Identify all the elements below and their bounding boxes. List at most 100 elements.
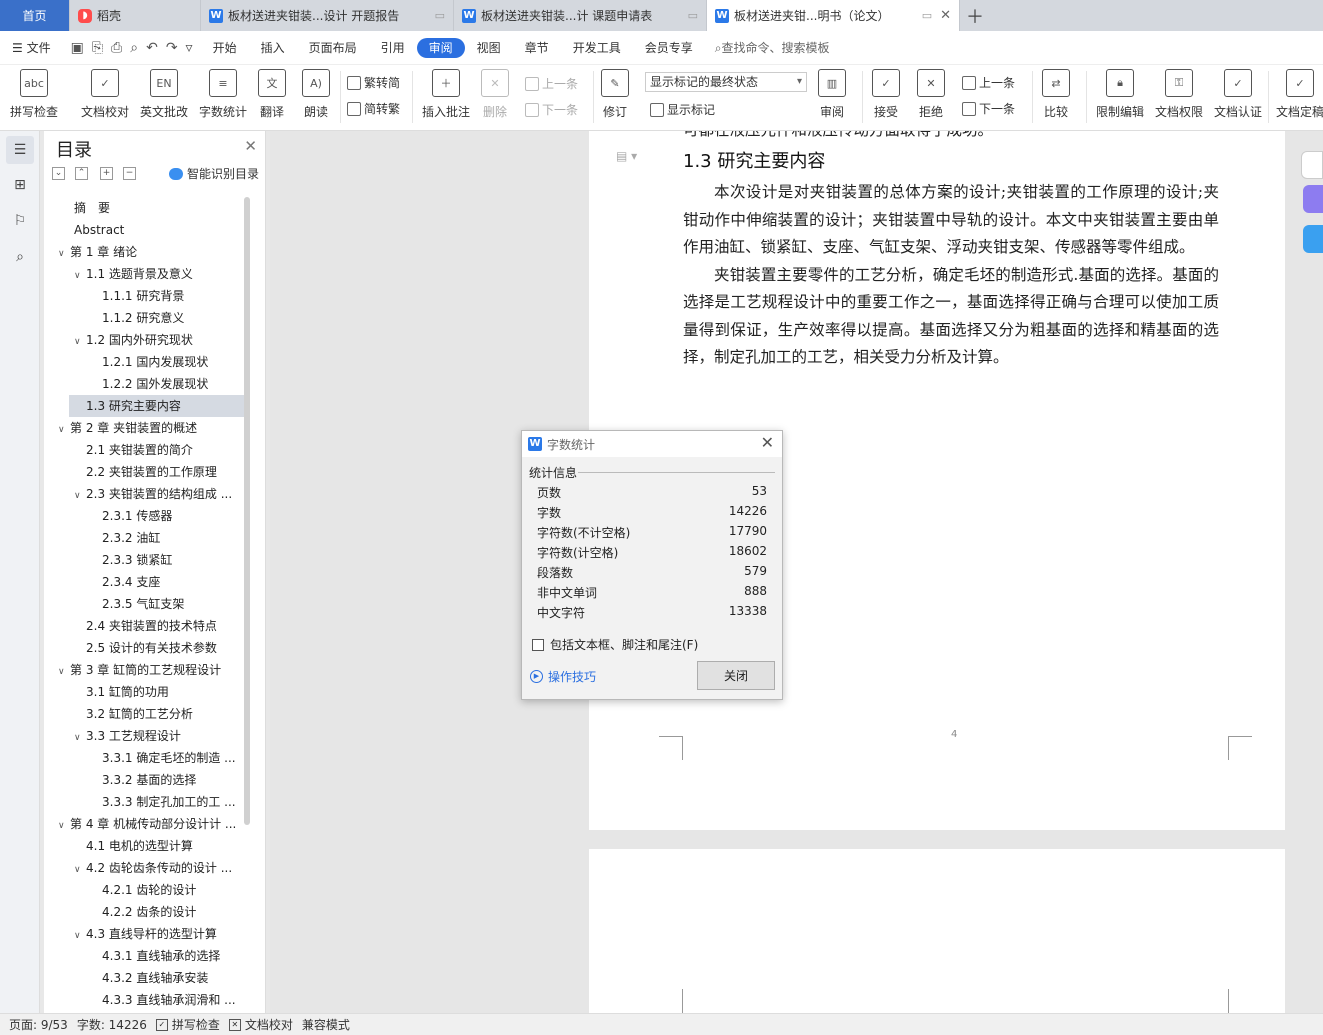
tab-doc-thesis[interactable]: W 板材送进夹钳...明书（论文） ▭ ✕: [707, 0, 960, 31]
prev-comment-button[interactable]: 上一条: [525, 75, 578, 92]
toc-item[interactable]: 1.2.1 国内发展现状: [44, 351, 244, 373]
toc-item[interactable]: 4.3.2 直线轴承安装: [44, 967, 244, 989]
window-icon[interactable]: ▭: [688, 9, 698, 22]
search-icon[interactable]: ⌕: [10, 247, 30, 267]
dialog-titlebar[interactable]: W 字数统计: [522, 431, 782, 457]
print-icon[interactable]: ⎙: [111, 40, 122, 56]
chevron-down-icon[interactable]: ∨: [58, 419, 70, 439]
side-assistant-icon[interactable]: [1303, 185, 1323, 213]
window-icon[interactable]: ▭: [435, 9, 445, 22]
toc-item[interactable]: 2.3.1 传感器: [44, 505, 244, 527]
toc-item[interactable]: ∨ 第 3 章 缸筒的工艺规程设计: [44, 659, 244, 681]
menu-layout[interactable]: 页面布局: [297, 38, 369, 58]
add-heading-icon[interactable]: +: [100, 167, 113, 180]
toc-item[interactable]: 3.1 缸筒的功用: [44, 681, 244, 703]
command-search[interactable]: ⌕查找命令、搜索模板: [715, 39, 830, 56]
include-textbox-checkbox[interactable]: 包括文本框、脚注和尾注(F): [532, 636, 698, 653]
toc-item[interactable]: 2.4 夹钳装置的技术特点: [44, 615, 244, 637]
menu-start[interactable]: 开始: [201, 38, 249, 58]
track-changes-button[interactable]: ✎ 修订: [601, 69, 629, 120]
menu-member[interactable]: 会员专享: [633, 38, 705, 58]
chevron-down-icon[interactable]: ∨: [58, 243, 70, 263]
chevron-down-icon[interactable]: ∨: [74, 485, 86, 505]
toc-item[interactable]: 3.2 缸筒的工艺分析: [44, 703, 244, 725]
menu-references[interactable]: 引用: [369, 38, 417, 58]
chevron-down-icon[interactable]: ∨: [74, 859, 86, 879]
chevron-down-icon[interactable]: ∨: [74, 925, 86, 945]
menu-devtools[interactable]: 开发工具: [561, 38, 633, 58]
close-icon[interactable]: ✕: [244, 137, 257, 155]
preview-icon[interactable]: ⌕: [130, 40, 138, 56]
next-comment-button[interactable]: 下一条: [525, 101, 578, 118]
tab-doc-proposal[interactable]: W 板材送进夹钳装...设计 开题报告 ▭: [201, 0, 454, 31]
undo-icon[interactable]: ↶: [146, 40, 158, 56]
export-icon[interactable]: ⎘: [92, 40, 103, 56]
toc-item[interactable]: 2.3.2 油缸: [44, 527, 244, 549]
doc-rights-button[interactable]: ⚿ 文档权限: [1155, 69, 1203, 120]
toc-item[interactable]: ∨ 第 2 章 夹钳装置的概述: [44, 417, 244, 439]
redo-icon[interactable]: ↷: [166, 40, 178, 56]
remove-heading-icon[interactable]: −: [123, 167, 136, 180]
toc-item[interactable]: ∨ 1.2 国内外研究现状: [44, 329, 244, 351]
toc-item[interactable]: ∨ 第 4 章 机械传动部分设计计 ...: [44, 813, 244, 835]
close-tab-icon[interactable]: ✕: [940, 8, 951, 23]
chevron-down-icon[interactable]: ∨: [74, 727, 86, 747]
toc-item[interactable]: 4.3.1 直线轴承的选择: [44, 945, 244, 967]
spellcheck-status[interactable]: ✓ 拼写检查: [155, 1016, 220, 1033]
spellcheck-button[interactable]: abc 拼写检查: [10, 69, 58, 120]
word-count-indicator[interactable]: 字数: 14226: [77, 1016, 147, 1033]
word-count-button[interactable]: ≡ 字数统计: [199, 69, 247, 120]
chevron-down-icon[interactable]: ∨: [74, 331, 86, 351]
toc-item[interactable]: ∨ 4.2 齿轮齿条传动的设计 ...: [44, 857, 244, 879]
toc-item[interactable]: 3.3.1 确定毛坯的制造 ...: [44, 747, 244, 769]
toc-item[interactable]: 4.2.2 齿条的设计: [44, 901, 244, 923]
toc-item[interactable]: 2.3.3 锁紧缸: [44, 549, 244, 571]
toc-item[interactable]: 1.3 研究主要内容: [69, 395, 244, 417]
page-indicator[interactable]: 页面: 9/53: [9, 1016, 68, 1033]
tab-docer[interactable]: ◗ 稻壳: [70, 0, 201, 31]
toc-item[interactable]: 1.2.2 国外发展现状: [44, 373, 244, 395]
restrict-edit-button[interactable]: 🔒︎ 限制编辑: [1096, 69, 1144, 120]
proof-status[interactable]: ✕ 文档校对: [228, 1016, 293, 1033]
toc-item[interactable]: ∨ 1.1 选题背景及意义: [44, 263, 244, 285]
tips-link[interactable]: ▶ 操作技巧: [530, 668, 596, 685]
bookmark-icon[interactable]: ⚐: [10, 211, 30, 231]
collapse-icon[interactable]: ⌄: [52, 167, 65, 180]
menu-section[interactable]: 章节: [513, 38, 561, 58]
translate-button[interactable]: 文翻译: [258, 69, 286, 120]
close-button[interactable]: 关闭: [697, 661, 775, 690]
insert-comment-button[interactable]: ＋ 插入批注: [422, 69, 470, 120]
document-canvas[interactable]: 可都在液压元件和液压传动方面取得了成功。 ▤ ▾ 1.3 研究主要内容 本次设计…: [270, 131, 1323, 1013]
simp-to-trad-button[interactable]: 简转繁: [347, 100, 400, 117]
toc-item[interactable]: 4.1 电机的选型计算: [44, 835, 244, 857]
accept-button[interactable]: ✓ 接受: [872, 69, 900, 120]
toc-item[interactable]: 2.5 设计的有关技术参数: [44, 637, 244, 659]
toc-item[interactable]: 摘 要: [44, 197, 244, 219]
toc-item[interactable]: 1.1.1 研究背景: [44, 285, 244, 307]
toc-item[interactable]: 2.1 夹钳装置的简介: [44, 439, 244, 461]
compare-button[interactable]: ⇄ 比较: [1042, 69, 1070, 120]
markup-state-select[interactable]: 显示标记的最终状态: [645, 72, 807, 92]
chevron-down-icon[interactable]: ∨: [74, 265, 86, 285]
paragraph-handle-icon[interactable]: ▤ ▾: [616, 149, 637, 163]
toc-item[interactable]: 2.3.4 支座: [44, 571, 244, 593]
more-icon[interactable]: ▿: [186, 40, 193, 56]
toc-item[interactable]: 4.3.3 直线轴承润滑和 ...: [44, 989, 244, 1011]
show-markup-button[interactable]: 显示标记: [650, 101, 715, 118]
side-panel-icon[interactable]: [1303, 225, 1323, 253]
toc-item[interactable]: ∨ 第 1 章 绪论: [44, 241, 244, 263]
toc-item[interactable]: ∨ 2.3 夹钳装置的结构组成 ...: [44, 483, 244, 505]
read-aloud-button[interactable]: A) 朗读: [302, 69, 330, 120]
smart-toc-button[interactable]: 智能识别目录: [169, 165, 259, 182]
file-menu[interactable]: ☰ 文件: [0, 38, 63, 58]
english-review-button[interactable]: EN 英文批改: [140, 69, 188, 120]
toc-item[interactable]: 1.1.2 研究意义: [44, 307, 244, 329]
review-pane-button[interactable]: ▥ 审阅: [818, 69, 846, 120]
close-icon[interactable]: ✕: [761, 433, 774, 452]
toc-item[interactable]: 4.2.1 齿轮的设计: [44, 879, 244, 901]
doc-final-button[interactable]: ✓ 文档定稿: [1276, 69, 1323, 120]
prev-change-button[interactable]: 上一条: [962, 74, 1015, 91]
toc-scrollbar[interactable]: [244, 197, 250, 825]
doc-proof-button[interactable]: ✓ 文档校对: [81, 69, 129, 120]
expand-icon[interactable]: ⌃: [75, 167, 88, 180]
